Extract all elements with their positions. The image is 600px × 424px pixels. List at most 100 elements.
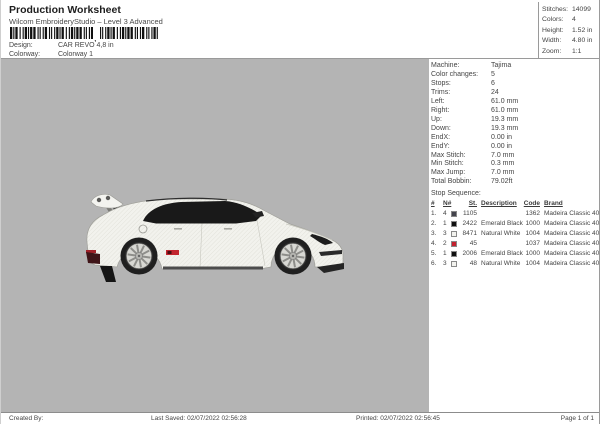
barcode-comma: ,	[94, 33, 97, 42]
machine-info-row: Trims:24	[431, 89, 600, 98]
thread-brand: Madeira Classic 40	[540, 229, 600, 239]
stat-label: Zoom:	[542, 47, 572, 57]
machine-info-value: 0.00 in	[491, 134, 512, 143]
thread-color-swatch	[451, 251, 457, 257]
production-worksheet-page: Production Worksheet Wilcom EmbroiderySt…	[0, 0, 600, 424]
thread-swatch-cell	[451, 239, 460, 249]
colorway-label: Colorway:	[9, 51, 58, 58]
stop-sequence-column-header: N#	[443, 199, 451, 209]
machine-info-row: Stops:6	[431, 80, 600, 89]
machine-info-value: 0.00 in	[491, 143, 512, 152]
created-by-label: Created By:	[9, 415, 43, 422]
stat-value: 4.80 in	[572, 36, 592, 46]
machine-info-label: Machine:	[431, 62, 491, 71]
stat-label: Stitches:	[542, 5, 572, 15]
stop-sequence-row: 4.2451037Madeira Classic 40	[431, 239, 600, 249]
thread-description	[477, 239, 523, 249]
stop-sequence-row: 5.12006Emerald Black1000Madeira Classic …	[431, 249, 600, 259]
stat-value: 1:1	[572, 47, 581, 57]
thread-brand: Madeira Classic 40	[540, 249, 600, 259]
thread-stitch-number: 45	[460, 239, 477, 249]
thread-color-swatch	[451, 231, 457, 237]
needle-number: 2	[443, 239, 451, 249]
stat-value: 4	[572, 15, 576, 25]
worksheet-header: Production Worksheet Wilcom EmbroiderySt…	[1, 0, 599, 59]
design-row: Design:CAR REVO 4,8 in	[9, 42, 114, 49]
thread-stitch-number: 2006	[460, 249, 477, 259]
machine-info-value: 61.0 mm	[491, 98, 518, 107]
machine-info-label: Down:	[431, 125, 491, 134]
colorway-value: Colorway 1	[58, 51, 93, 58]
stat-label: Colors:	[542, 15, 572, 25]
printed-label: Printed: 02/07/2022 02:56:45	[356, 415, 440, 422]
machine-info-row: Max Stitch:7.0 mm	[431, 152, 600, 161]
thread-brand: Madeira Classic 40	[540, 209, 600, 219]
thread-color-swatch	[451, 211, 457, 217]
page-title: Production Worksheet	[9, 4, 121, 16]
stat-value: 14099	[572, 5, 591, 15]
stop-sequence-column-header	[451, 199, 460, 209]
thread-code: 1004	[523, 259, 540, 269]
machine-info-value: Tajima	[491, 62, 511, 71]
stop-number: 5.	[431, 249, 443, 259]
machine-info-label: Total Bobbin:	[431, 178, 491, 187]
stop-sequence-row: 6.348Natural White1004Madeira Classic 40	[431, 259, 600, 269]
machine-info-value: 0.3 mm	[491, 160, 514, 169]
machine-info-label: Min Stitch:	[431, 160, 491, 169]
machine-info-row: Total Bobbin:79.02ft	[431, 178, 600, 187]
wheel	[121, 238, 158, 275]
wheel	[275, 238, 312, 275]
stat-row: Height:1.52 in	[542, 26, 600, 36]
design-stats-panel: Stitches:14099Colors:4Height:1.52 inWidt…	[538, 2, 600, 58]
last-saved-label: Last Saved: 02/07/2022 02:56:28	[151, 415, 247, 422]
machine-info-row: Min Stitch:0.3 mm	[431, 160, 600, 169]
machine-info-row: Left:61.0 mm	[431, 98, 600, 107]
needle-number: 4	[443, 209, 451, 219]
needle-number: 3	[443, 229, 451, 239]
machine-info-label: Stops:	[431, 80, 491, 89]
machine-info-row: Up:19.3 mm	[431, 116, 600, 125]
thread-code: 1037	[523, 239, 540, 249]
stop-sequence-header-row: #N#St.DescriptionCodeBrand	[431, 199, 600, 209]
stat-label: Width:	[542, 36, 572, 46]
design-label: Design:	[9, 42, 58, 49]
stop-number: 3.	[431, 229, 443, 239]
thread-color-swatch	[451, 241, 457, 247]
stop-sequence-row: 1.411051362Madeira Classic 40	[431, 209, 600, 219]
stop-number: 4.	[431, 239, 443, 249]
thread-stitch-number: 1105	[460, 209, 477, 219]
red-side-badge	[166, 250, 179, 255]
machine-info-label: Right:	[431, 107, 491, 116]
stop-number: 1.	[431, 209, 443, 219]
thread-stitch-number: 2422	[460, 219, 477, 229]
thread-brand: Madeira Classic 40	[540, 259, 600, 269]
stop-number: 6.	[431, 259, 443, 269]
stat-value: 1.52 in	[572, 26, 592, 36]
details-panel: Machine:TajimaColor changes:5Stops:6Trim…	[429, 59, 600, 412]
software-version-label: Wilcom EmbroideryStudio – Level 3 Advanc…	[9, 17, 163, 26]
machine-info-row: EndY:0.00 in	[431, 143, 600, 152]
page-number-label: Page 1 of 1	[561, 415, 594, 422]
thread-description: Natural White	[477, 259, 523, 269]
machine-info-value: 6	[491, 80, 495, 89]
stop-sequence-column-header: Description	[477, 199, 523, 209]
stat-row: Zoom:1:1	[542, 47, 600, 57]
machine-info-label: Color changes:	[431, 71, 491, 80]
colorway-row: Colorway:Colorway 1	[9, 51, 93, 58]
machine-info-label: Max Stitch:	[431, 152, 491, 161]
stop-sequence-title: Stop Sequence:	[431, 189, 600, 199]
machine-info-label: Trims:	[431, 89, 491, 98]
machine-info-row: Color changes:5	[431, 71, 600, 80]
thread-code: 1000	[523, 249, 540, 259]
machine-info-value: 79.02ft	[491, 178, 512, 187]
stop-sequence-column-header: Brand	[540, 199, 600, 209]
stop-number: 2.	[431, 219, 443, 229]
thread-swatch-cell	[451, 259, 460, 269]
thread-swatch-cell	[451, 219, 460, 229]
worksheet-footer: Created By: Last Saved: 02/07/2022 02:56…	[1, 412, 599, 424]
thread-code: 1000	[523, 219, 540, 229]
machine-info-label: EndY:	[431, 143, 491, 152]
stat-label: Height:	[542, 26, 572, 36]
thread-stitch-number: 8471	[460, 229, 477, 239]
machine-info-value: 7.0 mm	[491, 169, 514, 178]
